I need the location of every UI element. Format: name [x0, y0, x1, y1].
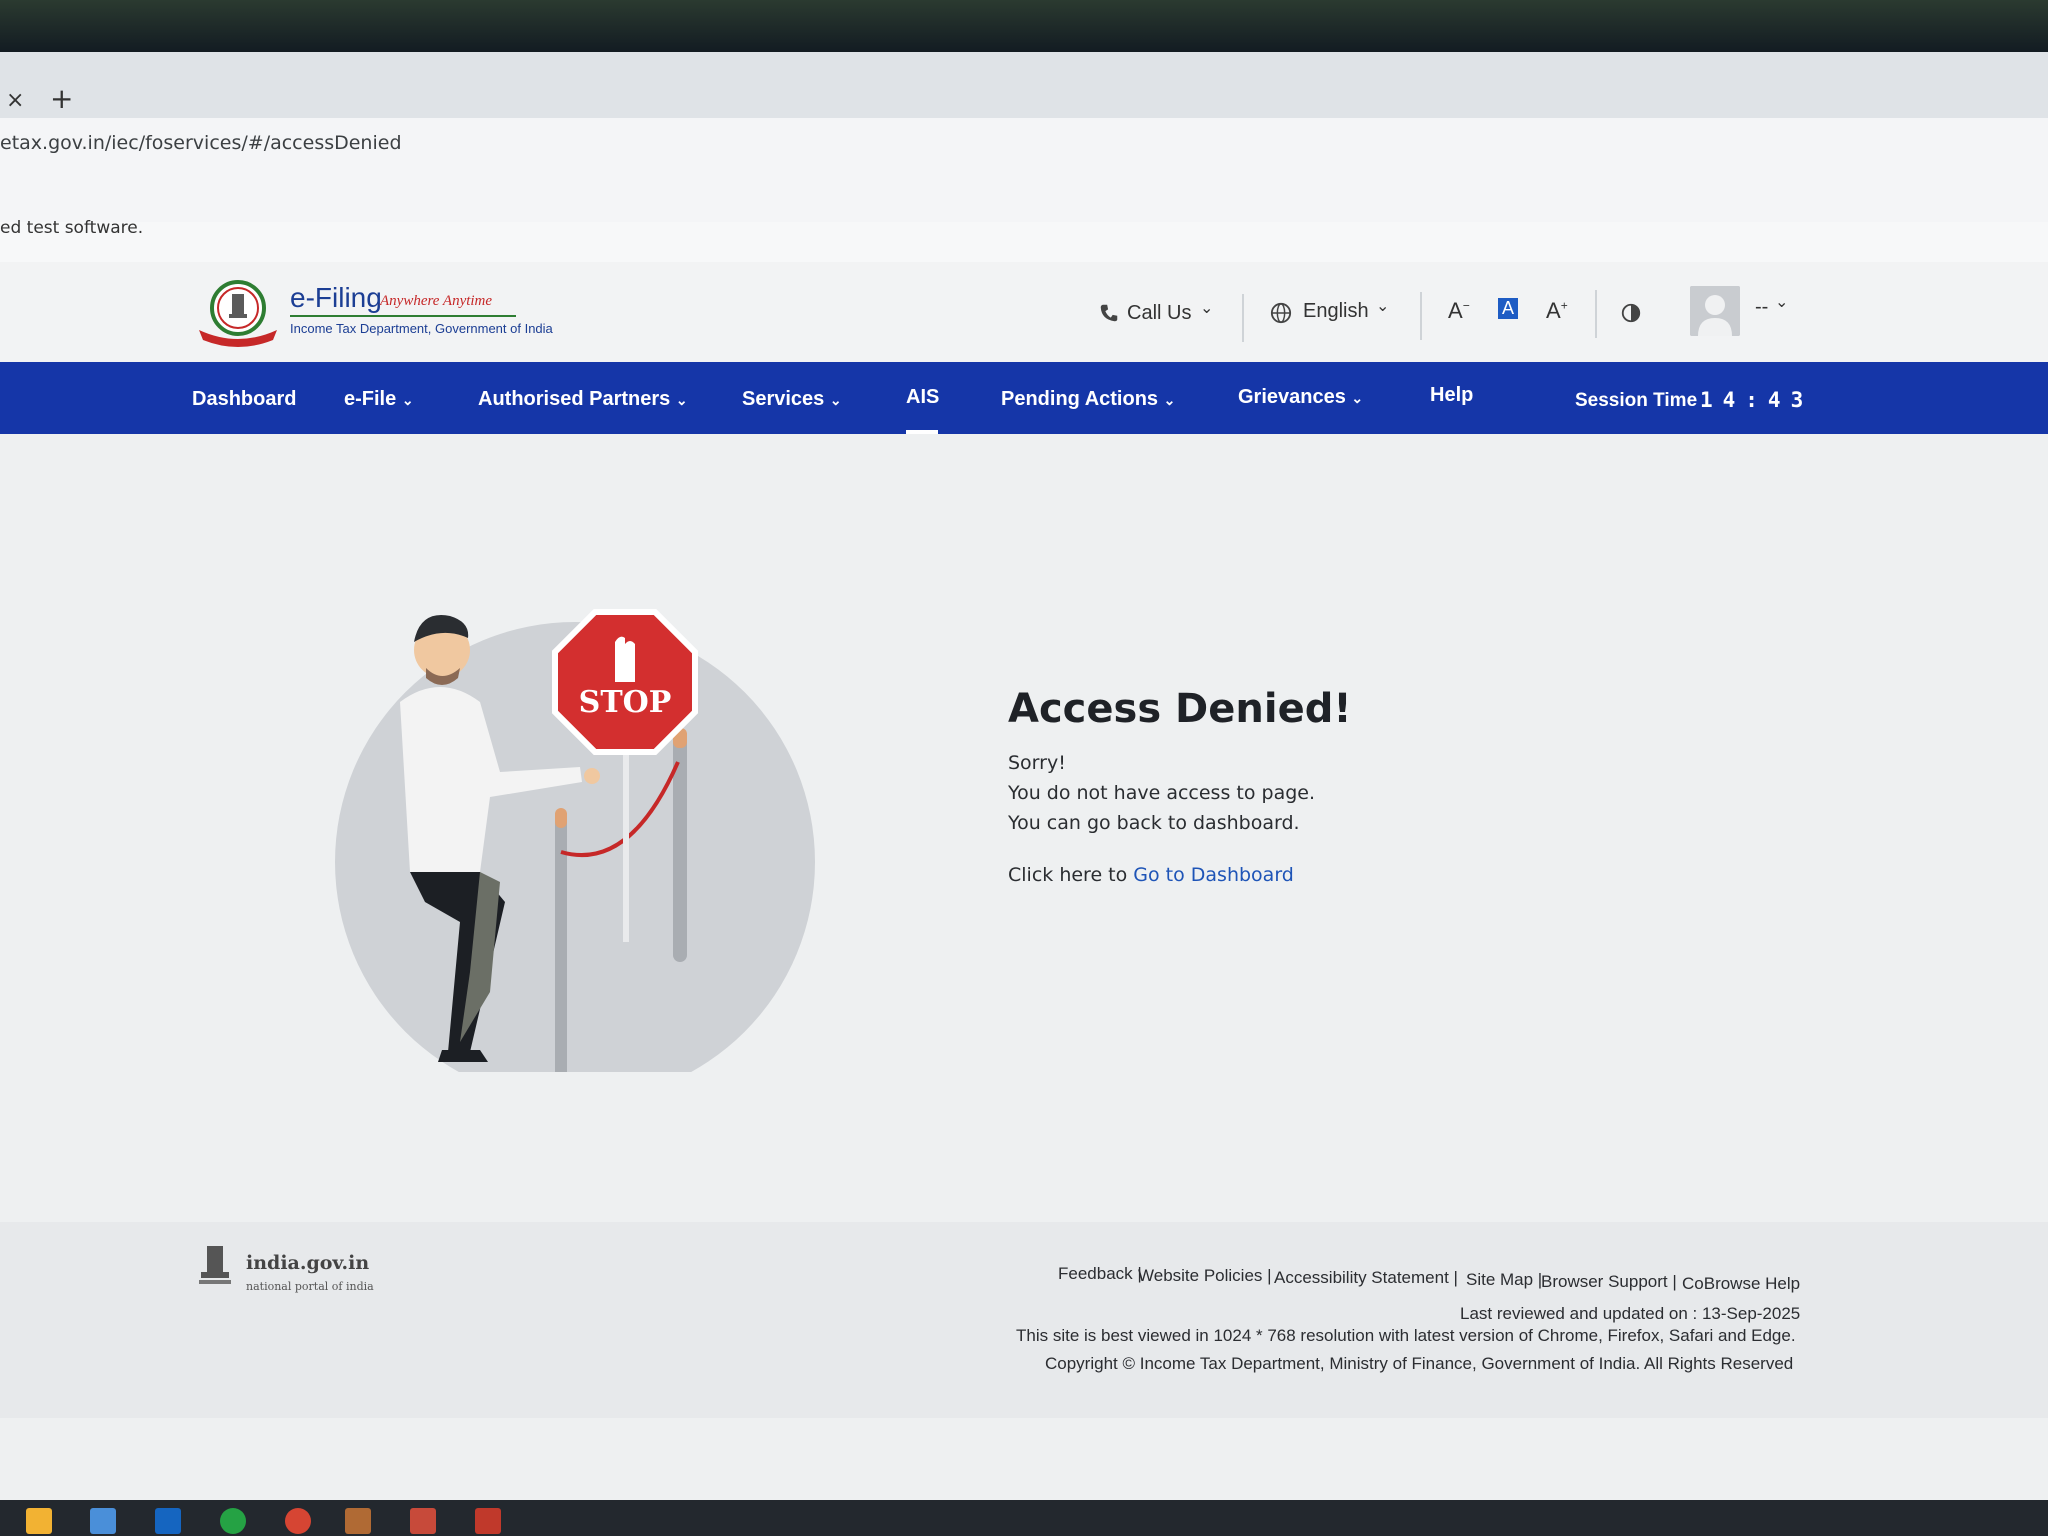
language-dropdown[interactable]: English: [1303, 300, 1369, 323]
avatar[interactable]: [1690, 286, 1740, 336]
session-time-label: Session Time: [1575, 390, 1698, 411]
india-gov-tagline: national portal of india: [246, 1280, 374, 1293]
footer-link-website-policies[interactable]: Website Policies |: [1138, 1266, 1272, 1286]
chevron-down-icon: ⌄: [1163, 392, 1176, 408]
phone-icon: [1100, 304, 1118, 322]
nav-grievances[interactable]: Grievances ⌄: [1238, 386, 1363, 409]
chevron-down-icon: ⌄: [675, 392, 688, 408]
footer-link-browser-support[interactable]: Browser Support |: [1541, 1272, 1677, 1292]
nav-help[interactable]: Help: [1430, 384, 1473, 407]
header-separator: [1242, 294, 1244, 342]
footer-link-site-map[interactable]: Site Map |: [1466, 1270, 1542, 1290]
india-gov-emblem-icon[interactable]: [195, 1240, 235, 1300]
language-chevron-down-icon[interactable]: ⌄: [1376, 296, 1389, 316]
message-no-access: You do not have access to page.: [1008, 782, 1315, 804]
user-placeholder-icon: [1690, 286, 1740, 336]
go-to-dashboard-link[interactable]: Go to Dashboard: [1133, 864, 1294, 886]
footer-link-cobrowse-help[interactable]: CoBrowse Help: [1682, 1274, 1800, 1294]
message-go-back: You can go back to dashboard.: [1008, 812, 1300, 834]
nav-services[interactable]: Services ⌄: [742, 388, 842, 411]
logo-subtitle: Income Tax Department, Government of Ind…: [290, 321, 553, 336]
header-separator: [1420, 292, 1422, 340]
user-menu-chevron-down-icon[interactable]: ⌄: [1775, 292, 1788, 312]
chrome-icon[interactable]: [285, 1508, 311, 1534]
contrast-icon[interactable]: [1620, 302, 1642, 324]
app-icon[interactable]: [345, 1508, 371, 1534]
call-us-chevron-down-icon[interactable]: ⌄: [1200, 298, 1213, 318]
footer-link-feedback[interactable]: Feedback |: [1058, 1264, 1142, 1284]
page-title: Access Denied!: [1008, 686, 1352, 732]
access-denied-illustration: STOP: [335, 609, 815, 1072]
hand-icon: [615, 636, 635, 682]
chevron-down-icon: ⌄: [401, 392, 414, 408]
tab-close-icon[interactable]: ×: [6, 88, 24, 113]
monitor-bezel: [0, 0, 2048, 60]
whatsapp-icon[interactable]: [220, 1508, 246, 1534]
copyright: Copyright © Income Tax Department, Minis…: [1045, 1354, 1794, 1373]
user-name[interactable]: --: [1755, 296, 1768, 319]
decrease-font-button[interactable]: A−: [1448, 298, 1470, 324]
screen: × + etax.gov.in/iec/foservices/#/accessD…: [0, 52, 2048, 1536]
new-tab-icon[interactable]: +: [50, 82, 73, 115]
click-here-text: Click here to: [1008, 864, 1134, 886]
logo-title[interactable]: e-Filing: [290, 282, 382, 314]
nav-pending-actions[interactable]: Pending Actions ⌄: [1001, 388, 1175, 411]
income-tax-emblem-icon[interactable]: [195, 278, 281, 350]
url-field[interactable]: etax.gov.in/iec/foservices/#/accessDenie…: [0, 132, 402, 154]
barrier-post: [555, 812, 567, 1072]
last-reviewed: Last reviewed and updated on : 13-Sep-20…: [1460, 1304, 1801, 1323]
logo-tagline: Anywhere Anytime: [380, 293, 493, 309]
app-icon[interactable]: [475, 1508, 501, 1534]
dashboard-prompt: Click here to Go to Dashboard: [1008, 864, 1294, 886]
call-us-dropdown[interactable]: Call Us: [1127, 302, 1191, 325]
header-separator: [1595, 290, 1597, 338]
outlook-icon[interactable]: [155, 1508, 181, 1534]
nav-dashboard[interactable]: Dashboard: [192, 388, 296, 411]
app-icon[interactable]: [410, 1508, 436, 1534]
default-font-button[interactable]: A: [1498, 298, 1519, 319]
india-gov-link[interactable]: india.gov.in: [246, 1252, 369, 1274]
browser-tab-bar: [0, 52, 2048, 118]
increase-font-button[interactable]: A+: [1546, 298, 1568, 324]
logo-divider: [290, 315, 516, 317]
chevron-down-icon: ⌄: [1351, 390, 1364, 406]
store-icon[interactable]: [90, 1508, 116, 1534]
stop-sign-text: STOP: [579, 685, 672, 720]
message-sorry: Sorry!: [1008, 752, 1066, 774]
nav-authorised-partners[interactable]: Authorised Partners ⌄: [478, 388, 688, 411]
nav-active-indicator: [906, 430, 938, 434]
globe-icon: [1270, 302, 1292, 324]
file-explorer-icon[interactable]: [26, 1508, 52, 1534]
footer-link-accessibility[interactable]: Accessibility Statement |: [1274, 1268, 1458, 1288]
chevron-down-icon: ⌄: [829, 392, 842, 408]
nav-e-file[interactable]: e-File ⌄: [344, 388, 414, 411]
session-timer: 14:43: [1700, 388, 1814, 412]
infobar-text: ed test software.: [0, 218, 144, 238]
best-viewed-note: This site is best viewed in 1024 * 768 r…: [1016, 1326, 1796, 1345]
nav-ais[interactable]: AIS: [906, 386, 939, 409]
